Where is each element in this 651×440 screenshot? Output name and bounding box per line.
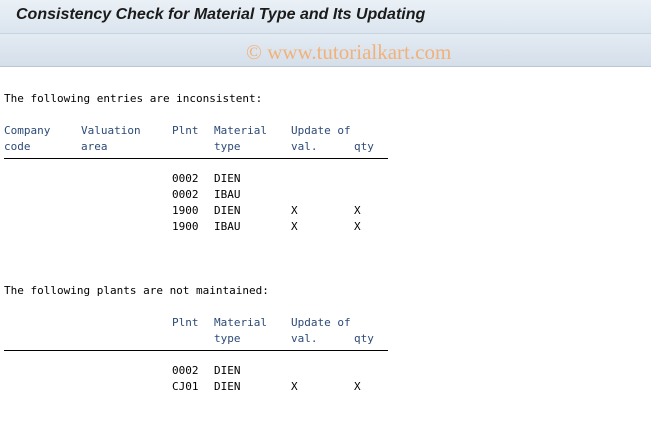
section1-heading: The following entries are inconsistent: (4, 92, 263, 105)
row-material-type[interactable]: IBAU (214, 188, 241, 202)
row-val: X (291, 380, 298, 393)
header-valuation-line2: area (81, 140, 108, 153)
row-qty: X (354, 204, 361, 217)
window-title: Consistency Check for Material Type and … (16, 6, 426, 23)
row-val: X (291, 204, 298, 217)
header-plant: Plnt (172, 124, 199, 137)
application-toolbar: © www.tutorialkart.com (0, 34, 651, 67)
row-qty: X (354, 380, 361, 393)
section2-heading: The following plants are not maintained: (4, 284, 269, 297)
header-update-val: val. (291, 140, 318, 153)
header-underline (4, 158, 388, 159)
header-material: Material (214, 316, 267, 329)
header-update: Update of (291, 124, 351, 137)
row-plant[interactable]: 0002 (172, 172, 199, 186)
row-plant[interactable]: CJ01 (172, 380, 199, 394)
header-update-qty: qty (354, 140, 374, 153)
row-qty: X (354, 220, 361, 233)
header-update-val: val. (291, 332, 318, 345)
header-valuation: Valuation (81, 124, 141, 137)
header-plant: Plnt (172, 316, 199, 329)
row-plant[interactable]: 1900 (172, 220, 199, 234)
header-underline (4, 350, 388, 351)
header-material-line2: type (214, 140, 241, 153)
row-plant[interactable]: 0002 (172, 188, 199, 202)
row-plant[interactable]: 1900 (172, 204, 199, 218)
header-material-line2: type (214, 332, 241, 345)
row-plant[interactable]: 0002 (172, 364, 199, 378)
header-company-line2: code (4, 140, 31, 153)
title-bar: Consistency Check for Material Type and … (0, 0, 651, 34)
row-material-type[interactable]: DIEN (214, 380, 241, 394)
row-val: X (291, 220, 298, 233)
row-material-type[interactable]: IBAU (214, 220, 241, 234)
row-material-type[interactable]: DIEN (214, 172, 241, 186)
header-update-qty: qty (354, 332, 374, 345)
row-material-type[interactable]: DIEN (214, 204, 241, 218)
row-material-type[interactable]: DIEN (214, 364, 241, 378)
header-update: Update of (291, 316, 351, 329)
watermark: © www.tutorialkart.com (246, 40, 452, 64)
header-company: Company (4, 124, 51, 137)
header-material: Material (214, 124, 267, 137)
